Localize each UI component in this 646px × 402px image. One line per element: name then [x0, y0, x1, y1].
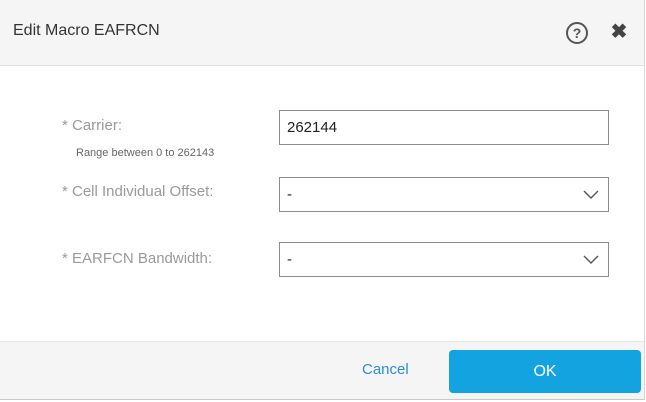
- chevron-down-icon: [583, 190, 599, 199]
- dialog-footer: Cancel OK: [0, 341, 644, 399]
- dialog-title: Edit Macro EAFRCN: [13, 22, 160, 39]
- carrier-range-hint: Range between 0 to 262143: [76, 147, 215, 159]
- carrier-input[interactable]: [279, 110, 609, 145]
- ok-button[interactable]: OK: [449, 350, 641, 393]
- close-icon[interactable]: ✖: [610, 22, 628, 42]
- carrier-label: * Carrier:: [62, 117, 123, 134]
- earfcn-bandwidth-select[interactable]: -: [279, 242, 609, 277]
- earfcn-bandwidth-value: -: [287, 251, 292, 268]
- dialog-header: Edit Macro EAFRCN ? ✖: [0, 0, 644, 66]
- cancel-button[interactable]: Cancel: [362, 361, 409, 378]
- cell-individual-offset-select[interactable]: -: [279, 177, 609, 212]
- cell-individual-offset-value: -: [287, 186, 292, 203]
- earfcn-bandwidth-label: * EARFCN Bandwidth:: [62, 250, 213, 267]
- cell-individual-offset-label: * Cell Individual Offset:: [62, 183, 214, 200]
- edit-macro-dialog: Edit Macro EAFRCN ? ✖ * Carrier: Range b…: [0, 0, 645, 400]
- chevron-down-icon: [583, 255, 599, 264]
- help-icon[interactable]: ?: [566, 22, 588, 44]
